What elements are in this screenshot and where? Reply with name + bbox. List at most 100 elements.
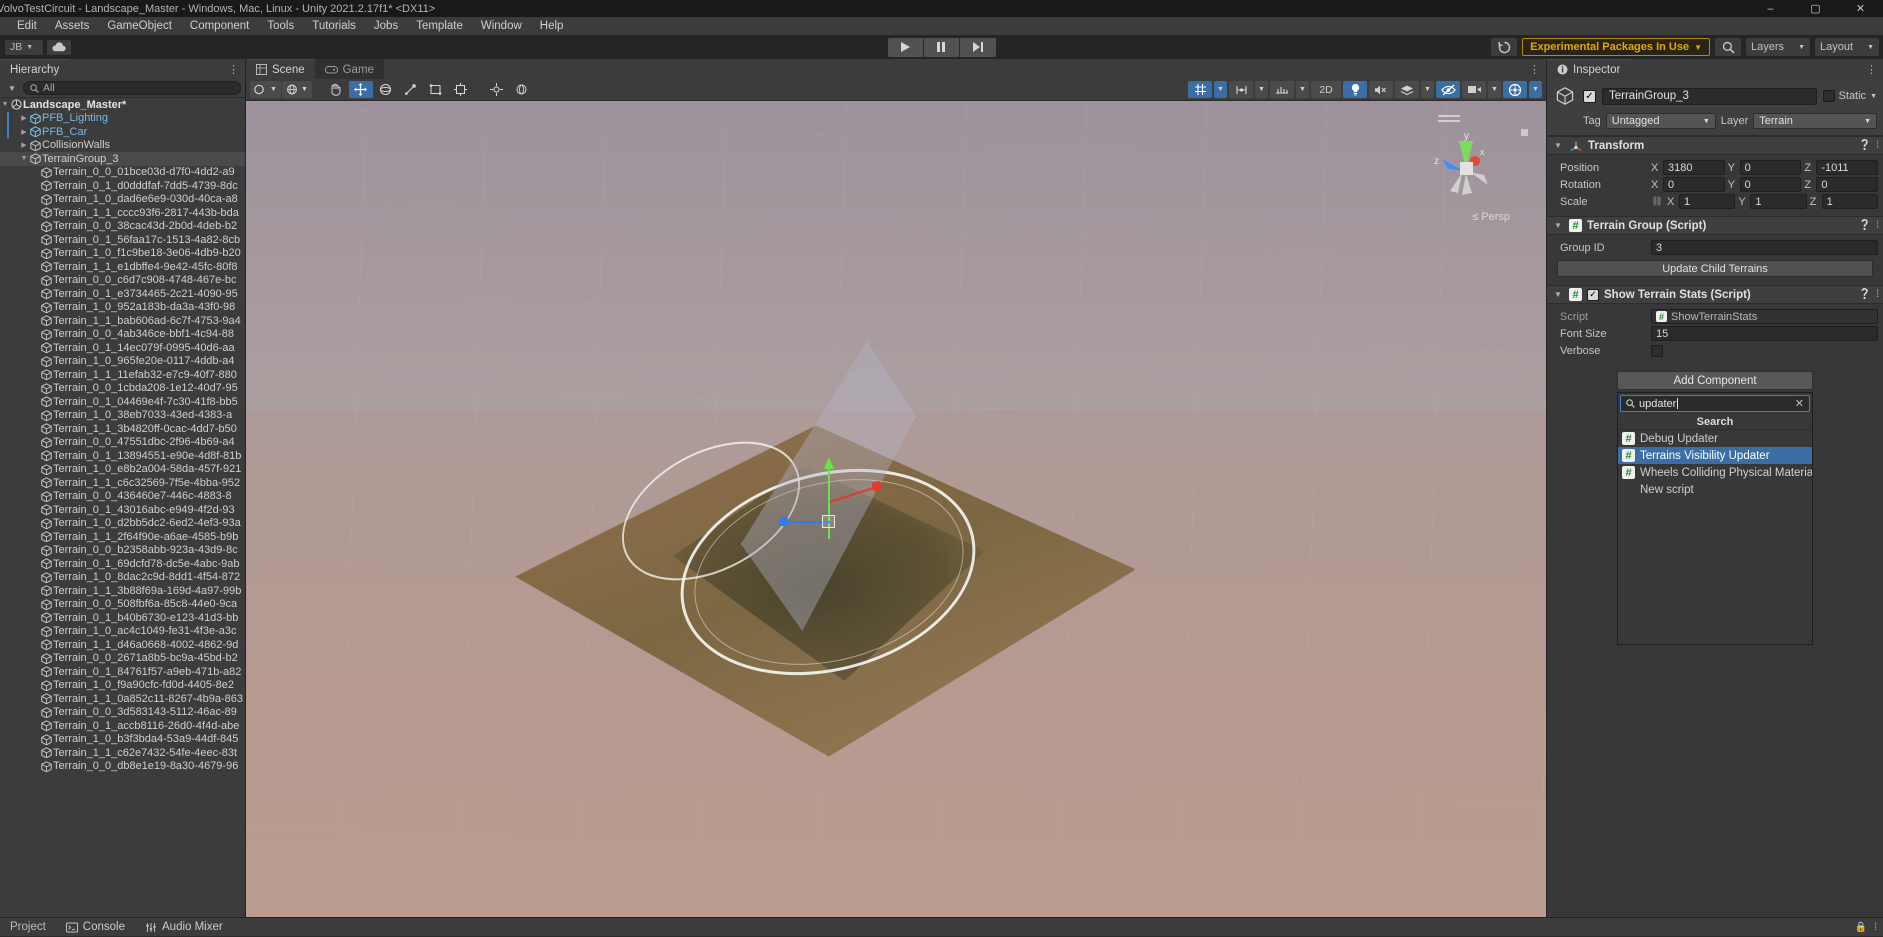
tab-game[interactable]: Game	[314, 59, 384, 79]
static-checkbox[interactable]	[1822, 90, 1835, 102]
scene-view-axis-gizmo[interactable]: y z x	[1428, 129, 1504, 205]
hierarchy-row-terrain-1-0-dad6e6e9-030d-40ca-a8[interactable]: Terrain_1_0_dad6e6e9-030d-40ca-a8	[0, 193, 245, 207]
verbose-checkbox[interactable]	[1651, 344, 1663, 357]
component-search-input[interactable]: updater ✕	[1620, 395, 1810, 412]
terrain-stats-enabled-checkbox[interactable]: ✓	[1587, 288, 1599, 301]
hierarchy-row-terrain-0-0-01bce03d-d7f0-4dd2-a9[interactable]: Terrain_0_0_01bce03d-d7f0-4dd2-a9	[0, 166, 245, 180]
scale-lock-icon[interactable]: ⛓	[1651, 196, 1663, 207]
hierarchy-row-terrain-1-1-2f64f90e-a6ae-4585-b9b[interactable]: Terrain_1_1_2f64f90e-a6ae-4585-b9b	[0, 530, 245, 544]
hierarchy-row-pfb-car[interactable]: ▶ PFB_Car	[0, 125, 245, 139]
twod-toggle-button[interactable]: 2D	[1311, 81, 1341, 98]
rotation-z-field[interactable]: Z 0	[1804, 177, 1879, 192]
lock-icon[interactable]: 🔒	[1855, 922, 1867, 933]
position-z-field[interactable]: Z -1011	[1804, 160, 1879, 175]
hierarchy-row-terrain-0-0-2671a8b5-bc9a-45bd-b2[interactable]: Terrain_0_0_2671a8b5-bc9a-45bd-b2	[0, 652, 245, 666]
hierarchy-row-terrain-0-1-13894551-e90e-4d8f-81b[interactable]: Terrain_0_1_13894551-e90e-4d8f-81b	[0, 449, 245, 463]
search-results-list[interactable]: # Debug Updater # Terrains Visibility Updat…	[1618, 430, 1812, 644]
menu-gameobject[interactable]: GameObject	[98, 17, 181, 35]
rotation-y-field[interactable]: Y 0	[1728, 177, 1802, 192]
hierarchy-row-terrain-0-0-508fbf6a-85c8-44e0-9ca[interactable]: Terrain_0_0_508fbf6a-85c8-44e0-9ca	[0, 598, 245, 612]
hierarchy-row-terrain-0-1-56faa17c-1513-4a82-8cb[interactable]: Terrain_0_1_56faa17c-1513-4a82-8cb	[0, 233, 245, 247]
hierarchy-row-terrain-1-1-3b88f69a-169d-4a97-99b[interactable]: Terrain_1_1_3b88f69a-169d-4a97-99b	[0, 584, 245, 598]
tab-project[interactable]: Project	[0, 918, 56, 937]
hierarchy-search-input[interactable]: All	[23, 81, 241, 95]
component-menu-icon[interactable]: ⁞	[1876, 289, 1879, 300]
hierarchy-row-terrain-0-0-47551dbc-2f96-4b69-a4[interactable]: Terrain_0_0_47551dbc-2f96-4b69-a4	[0, 436, 245, 450]
component-menu-icon[interactable]: ⁞	[1876, 220, 1879, 231]
inspector-menu-button[interactable]: ⋮	[1866, 63, 1878, 76]
position-y-value[interactable]: 0	[1739, 160, 1802, 175]
hierarchy-row-terraingroup-3[interactable]: ▼ TerrainGroup_3	[0, 152, 245, 166]
rotation-x-value[interactable]: 0	[1663, 177, 1725, 192]
hierarchy-row-terrain-1-0-8dac2c9d-8dd1-4f54-872[interactable]: Terrain_1_0_8dac2c9d-8dd1-4f54-872	[0, 571, 245, 585]
scale-y-field[interactable]: Y 1	[1738, 194, 1807, 209]
snap-button[interactable]	[1229, 81, 1253, 98]
hierarchy-row-terrain-1-1-11efab32-e7c9-40f7-880[interactable]: Terrain_1_1_11efab32-e7c9-40f7-880	[0, 368, 245, 382]
menu-template[interactable]: Template	[407, 17, 472, 35]
history-button[interactable]	[1491, 38, 1518, 56]
hierarchy-menu-button[interactable]: ⋮	[228, 63, 240, 76]
gizmos-dropdown[interactable]: ▼	[1529, 81, 1542, 98]
scale-x-value[interactable]: 1	[1679, 194, 1736, 209]
hierarchy-row-terrain-1-1-cccc93f6-2817-443b-bda[interactable]: Terrain_1_1_cccc93f6-2817-443b-bda	[0, 206, 245, 220]
menu-jobs[interactable]: Jobs	[365, 17, 407, 35]
terrain-group-component-header[interactable]: ▼ # Terrain Group (Script) ❔ ⁞	[1547, 216, 1883, 235]
hierarchy-row-terrain-0-1-84761f57-a9eb-471b-a82[interactable]: Terrain_0_1_84761f57-a9eb-471b-a82	[0, 665, 245, 679]
grid-visibility-button[interactable]	[1188, 81, 1212, 98]
bottombar-menu-icon[interactable]: ⁞	[1874, 922, 1877, 933]
terrain-stats-component-header[interactable]: ▼ # ✓ Show Terrain Stats (Script) ❔ ⁞	[1547, 285, 1883, 304]
hierarchy-row-terrain-0-1-14ec079f-0995-40d6-aa[interactable]: Terrain_0_1_14ec079f-0995-40d6-aa	[0, 341, 245, 355]
minimize-button[interactable]: –	[1748, 0, 1793, 17]
hierarchy-row-terrain-0-0-db8e1e19-8a30-4679-96[interactable]: Terrain_0_0_db8e1e19-8a30-4679-96	[0, 760, 245, 774]
twisty-icon[interactable]: ▶	[19, 141, 29, 149]
twisty-icon[interactable]: ▼	[19, 155, 29, 162]
scale-x-field[interactable]: X 1	[1667, 194, 1736, 209]
snap-dropdown[interactable]: ▼	[1255, 81, 1268, 98]
scale-z-value[interactable]: 1	[1821, 194, 1878, 209]
hierarchy-row-terrain-0-0-3d583143-5112-46ac-89[interactable]: Terrain_0_0_3d583143-5112-46ac-89	[0, 706, 245, 720]
grid-dropdown[interactable]: ▼	[1214, 81, 1227, 98]
rotation-y-value[interactable]: 0	[1739, 177, 1802, 192]
gizmos-button[interactable]	[1503, 81, 1527, 98]
layer-dropdown[interactable]: Terrain ▼	[1753, 113, 1877, 129]
hierarchy-row-terrain-1-0-b3f3bda4-53a9-44df-845[interactable]: Terrain_1_0_b3f3bda4-53a9-44df-845	[0, 733, 245, 747]
hierarchy-row-terrain-1-1-0a852c11-8267-4b9a-863[interactable]: Terrain_1_1_0a852c11-8267-4b9a-863	[0, 692, 245, 706]
hierarchy-row-terrain-0-1-04469e4f-7c30-41f8-bb5[interactable]: Terrain_0_1_04469e4f-7c30-41f8-bb5	[0, 395, 245, 409]
global-toggle-button[interactable]	[510, 81, 534, 98]
menu-help[interactable]: Help	[531, 17, 573, 35]
hierarchy-row-terrain-0-0-1cbda208-1e12-40d7-95[interactable]: Terrain_0_0_1cbda208-1e12-40d7-95	[0, 382, 245, 396]
menu-tools[interactable]: Tools	[258, 17, 303, 35]
menu-window[interactable]: Window	[472, 17, 531, 35]
tab-inspector[interactable]: Inspector	[1547, 59, 1631, 79]
hierarchy-row-terrain-1-1-e1dbffe4-9e42-45fc-80f8[interactable]: Terrain_1_1_e1dbffe4-9e42-45fc-80f8	[0, 260, 245, 274]
draw-mode-dropdown[interactable]: ▼	[281, 81, 312, 98]
terrain-object[interactable]	[496, 341, 1156, 811]
perspective-label[interactable]: ≤ Persp	[1472, 211, 1510, 223]
component-menu-icon[interactable]: ⁞	[1876, 140, 1879, 151]
audio-mute-button[interactable]	[1369, 81, 1393, 98]
effects-button[interactable]	[1395, 81, 1419, 98]
gizmo-drag-handle-2[interactable]	[1438, 120, 1460, 122]
maximize-button[interactable]: ▢	[1793, 0, 1838, 17]
pivot-toggle-button[interactable]	[485, 81, 509, 98]
close-button[interactable]: ✕	[1838, 0, 1883, 17]
hierarchy-row-terrain-1-0-f1c9be18-3e06-4db9-b20[interactable]: Terrain_1_0_f1c9be18-3e06-4db9-b20	[0, 247, 245, 261]
position-x-field[interactable]: X 3180	[1651, 160, 1725, 175]
account-dropdown[interactable]: JB ▼	[4, 38, 44, 56]
group-id-value[interactable]: 3	[1651, 240, 1878, 255]
hierarchy-row-terrain-0-1-43016abc-e949-4f2d-93[interactable]: Terrain_0_1_43016abc-e949-4f2d-93	[0, 503, 245, 517]
hierarchy-row-terrain-1-0-952a183b-da3a-43f0-98[interactable]: Terrain_1_0_952a183b-da3a-43f0-98	[0, 301, 245, 315]
pause-button[interactable]	[923, 37, 960, 57]
toolbar-search-button[interactable]	[1715, 38, 1741, 56]
menu-component[interactable]: Component	[181, 17, 258, 35]
scene-camera-button[interactable]	[1462, 81, 1486, 98]
scale-y-value[interactable]: 1	[1750, 194, 1807, 209]
step-button[interactable]	[959, 37, 996, 57]
transform-component-header[interactable]: ▼ Transform ❔ ⁞	[1547, 136, 1883, 155]
gizmo-lock-square[interactable]	[1521, 129, 1528, 136]
terrain-group-foldout-arrow[interactable]: ▼	[1552, 221, 1564, 230]
hierarchy-row-terrain-0-0-b2358abb-923a-43d9-8c[interactable]: Terrain_0_0_b2358abb-923a-43d9-8c	[0, 544, 245, 558]
hierarchy-row-terrain-0-1-e3734465-2c21-4090-95[interactable]: Terrain_0_1_e3734465-2c21-4090-95	[0, 287, 245, 301]
scene-viewport[interactable]: y z x ≤ Persp	[246, 101, 1546, 917]
lighting-toggle-button[interactable]	[1343, 81, 1367, 98]
